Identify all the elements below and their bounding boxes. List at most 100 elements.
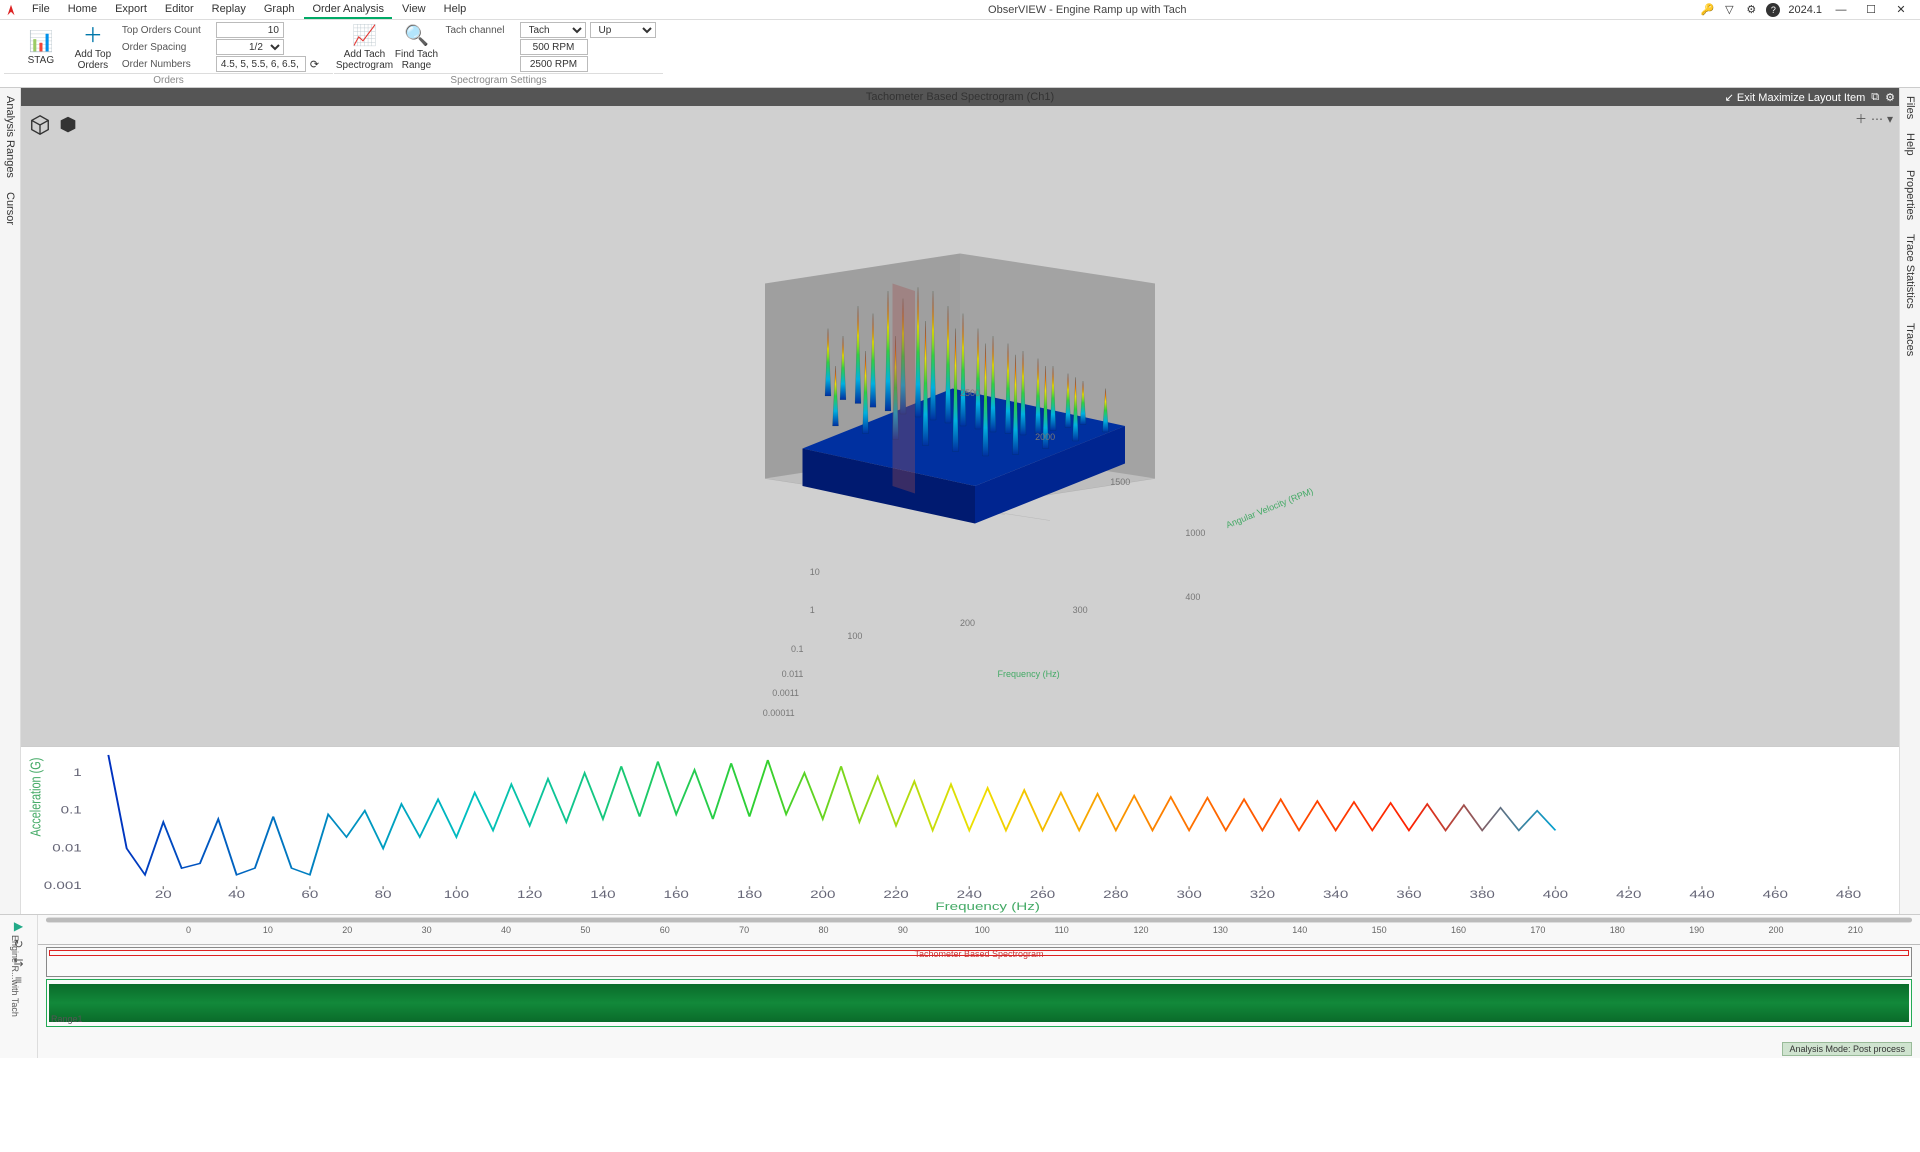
tab-help[interactable]: Help [1902,129,1918,160]
svg-text:280: 280 [1103,888,1128,900]
gear-icon[interactable]: ⚙ [1744,3,1758,17]
timeline-track-waveform[interactable]: Range1 [46,979,1912,1027]
svg-text:60: 60 [301,888,318,900]
add-trace-icon[interactable]: ＋ [1855,110,1867,127]
menu-help[interactable]: Help [436,1,475,19]
svg-text:480: 480 [1836,888,1861,900]
left-side-tabs: Analysis Ranges Cursor [0,88,21,914]
svg-text:240: 240 [957,888,982,900]
add-tach-spectrogram-button[interactable]: 📈 Add Tach Spectrogram [342,22,388,74]
svg-text:380: 380 [1470,888,1495,900]
rpm-low-input[interactable] [520,39,588,55]
svg-text:220: 220 [883,888,908,900]
menu-home[interactable]: Home [60,1,105,19]
svg-text:20: 20 [155,888,172,900]
minimize-button[interactable]: — [1830,4,1852,16]
svg-text:Frequency (Hz): Frequency (Hz) [935,900,1040,912]
close-button[interactable]: ✕ [1890,3,1912,16]
svg-text:440: 440 [1689,888,1714,900]
tab-properties[interactable]: Properties [1902,166,1918,224]
exit-maximize-button[interactable]: ↙ Exit Maximize Layout Item [1725,91,1866,104]
x-axis-3d-label: Frequency (Hz) [998,669,1060,679]
timeline-channel-label: Engine R...with Tach [10,935,20,1017]
svg-text:40: 40 [228,888,245,900]
more-icon[interactable]: ⋯ [1871,112,1883,126]
app-logo-icon [4,3,18,17]
svg-text:0.1: 0.1 [61,804,82,816]
graph-3d-area[interactable]: ＋ ⋯ ▾ [21,106,1899,746]
menu-editor[interactable]: Editor [157,1,202,19]
tach-channel-select[interactable]: Tach [520,22,586,38]
top-orders-count-label: Top Orders Count [122,25,212,36]
svg-text:180: 180 [737,888,762,900]
svg-text:360: 360 [1396,888,1421,900]
track-title: Tachometer Based Spectrogram [914,949,1043,959]
range-label: Range1 [51,1014,83,1024]
find-tach-range-button[interactable]: 🔍 Find Tach Range [394,22,440,74]
tab-files[interactable]: Files [1902,92,1918,123]
svg-text:120: 120 [517,888,542,900]
window-title: ObserVIEW - Engine Ramp up with Tach [474,4,1700,16]
svg-text:200: 200 [810,888,835,900]
timeline-ruler[interactable]: 0102030405060708090100110120130140150160… [38,925,1920,945]
view-3d-icon[interactable] [29,114,51,136]
direction-select[interactable]: Up [590,22,656,38]
filter-icon[interactable]: ▽ [1722,3,1736,17]
order-numbers-input[interactable] [216,56,306,72]
menu-file[interactable]: File [24,1,58,19]
view-cube-icon[interactable] [57,114,79,136]
svg-text:460: 460 [1763,888,1788,900]
rpm-high-input[interactable] [520,56,588,72]
spectrogram-group-label: Spectrogram Settings [334,73,663,86]
order-spacing-select[interactable]: 1/2 [216,39,284,55]
menu-graph[interactable]: Graph [256,1,303,19]
tab-cursor[interactable]: Cursor [2,188,18,229]
version-label: 2024.1 [1788,4,1822,16]
svg-text:320: 320 [1250,888,1275,900]
plus-icon: ＋ [83,25,103,47]
key-icon[interactable]: 🔑 [1700,3,1714,17]
analysis-mode-status: Analysis Mode: Post process [1782,1042,1912,1056]
svg-text:160: 160 [664,888,689,900]
menu-replay[interactable]: Replay [204,1,254,19]
timeline-scrollbar[interactable] [46,917,1912,923]
menu-view[interactable]: View [394,1,434,19]
right-side-tabs: Files Help Properties Trace Statistics T… [1899,88,1920,914]
order-spacing-label: Order Spacing [122,42,212,53]
svg-text:140: 140 [590,888,615,900]
top-orders-count-input[interactable] [216,22,284,38]
stag-icon: 📊 [28,31,53,53]
tab-analysis-ranges[interactable]: Analysis Ranges [2,92,18,182]
spectrogram-icon: 📈 [352,25,377,47]
spectrum-2d-chart[interactable]: 0.0010.010.11Acceleration (G)20406080100… [21,746,1899,914]
maximize-button[interactable]: ☐ [1860,3,1882,16]
svg-text:260: 260 [1030,888,1055,900]
tach-channel-label: Tach channel [446,25,516,36]
svg-text:300: 300 [1176,888,1201,900]
svg-text:Acceleration (G): Acceleration (G) [27,758,44,837]
refresh-icon[interactable]: ⟳ [310,58,319,71]
add-top-orders-button[interactable]: ＋ Add Top Orders [70,22,116,74]
play-icon[interactable]: ▶ [14,919,23,933]
svg-text:80: 80 [375,888,392,900]
copy-icon[interactable]: ⧉ [1871,91,1879,104]
menu-order-analysis[interactable]: Order Analysis [304,1,392,19]
graph-title: Tachometer Based Spectrogram (Ch1) [866,91,1054,103]
tab-traces[interactable]: Traces [1902,319,1918,360]
settings-icon[interactable]: ⚙ [1885,91,1895,104]
svg-text:1: 1 [73,766,81,778]
tab-trace-statistics[interactable]: Trace Statistics [1902,230,1918,313]
graph-title-bar: Tachometer Based Spectrogram (Ch1) ↙ Exi… [21,88,1899,106]
stag-button[interactable]: 📊 STAG [18,22,64,74]
chevron-down-icon[interactable]: ▾ [1887,112,1893,126]
timeline-track-spectrogram[interactable]: Tachometer Based Spectrogram [46,947,1912,977]
help-icon[interactable]: ? [1766,3,1780,17]
order-numbers-label: Order Numbers [122,59,212,70]
search-icon: 🔍 [404,25,429,47]
orders-group-label: Orders [4,73,333,86]
svg-text:0.01: 0.01 [52,841,82,853]
svg-text:400: 400 [1543,888,1568,900]
svg-text:420: 420 [1616,888,1641,900]
main-menu: File Home Export Editor Replay Graph Ord… [24,1,474,19]
menu-export[interactable]: Export [107,1,155,19]
